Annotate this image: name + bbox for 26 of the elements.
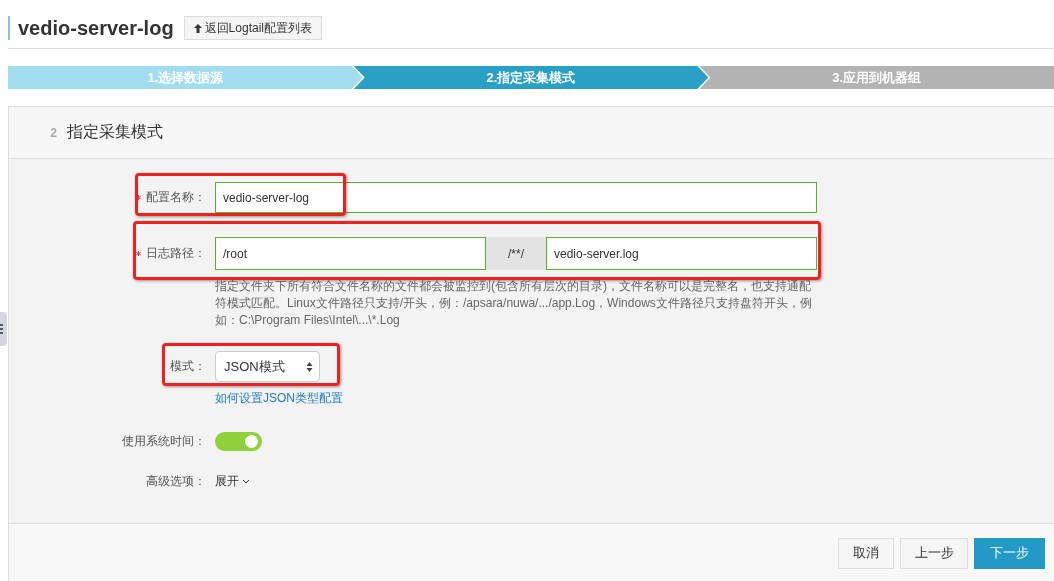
field-label: 模式： [170,358,206,375]
name-field[interactable]: vedio-server-log [215,182,817,213]
separator-addon: /**/ [486,237,546,270]
back-button[interactable]: 返回Logtail配置列表 [183,16,322,40]
wizard-step: 2.指定采集模式 [353,66,709,89]
step-number: 2 [49,125,57,140]
field-label: 使用系统时间： [122,433,206,450]
wizard-step: 1.选择数据源 [8,66,363,89]
drag-handle-icon[interactable] [0,312,7,346]
toggle-switch[interactable] [215,432,262,451]
directory-field[interactable]: /root [215,237,486,270]
field-label: 配置名称： [146,189,206,206]
wizard-step: 3.应用到机器组 [699,66,1054,89]
file-name-field[interactable]: vedio-server.log [546,237,817,270]
help-text: 指定文件夹下所有符合文件名称的文件都会被监控到(包含所有层次的目录)，文件名称可以是完整名，也支持通配符模式匹配。Linux文件路径只支持/开头，例：/apsara/nuwa/.../app.Log，Windows文件路径只支持盘符开头，例如：C:\Program Files\Intel\...\*.Log [215,278,813,329]
panel-title: 指定采集模式 [67,122,163,142]
page-title: vedio-server-log [8,16,174,40]
field-label: 高级选项： [146,473,206,490]
upload-icon [193,23,202,33]
sort-arrows-icon [306,360,313,373]
cancel-button[interactable]: 取消 [838,537,894,569]
expand-toggle[interactable]: 展开 [215,473,250,490]
previous-button[interactable]: 上一步 [900,537,968,569]
help-link[interactable]: 如何设置JSON类型配置 [215,390,343,407]
mode-select[interactable]: JSON模式 [215,351,320,382]
field-label: 日志路径： [146,245,206,262]
